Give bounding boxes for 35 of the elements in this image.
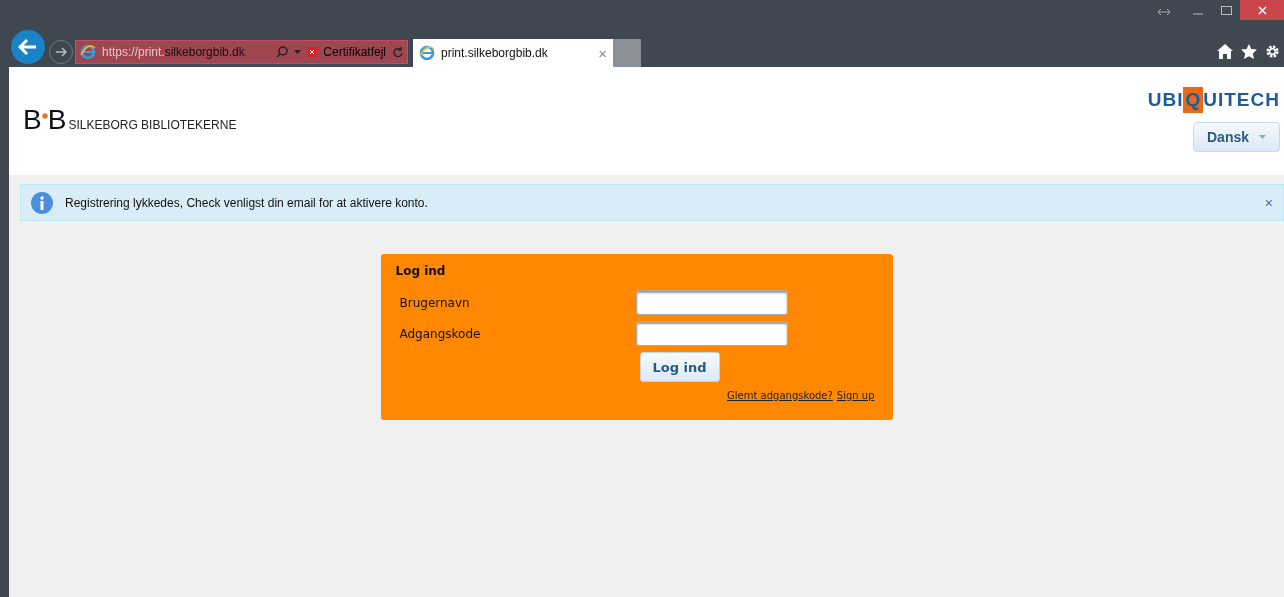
star-icon[interactable] xyxy=(1241,44,1257,59)
vendor-logo: UBI Q UITECH xyxy=(1147,86,1280,114)
back-arrow-icon xyxy=(18,38,38,56)
close-icon[interactable] xyxy=(1240,0,1284,20)
info-icon xyxy=(31,191,53,214)
home-icon[interactable] xyxy=(1217,44,1233,59)
alert-message: Registrering lykkedes, Check venligst din email for at aktivere konto. xyxy=(65,195,429,210)
link[interactable]: Glemt adgangskode? xyxy=(727,390,833,401)
library-logo: B B SILKEBORG BIBLIOTEKERNE xyxy=(23,107,237,133)
language-dropdown[interactable]: Dansk xyxy=(1193,122,1280,152)
refresh-icon xyxy=(392,46,403,58)
certificate-error-text: Certifikatfejl xyxy=(323,45,386,59)
forward-button[interactable] xyxy=(49,40,73,64)
input-field[interactable] xyxy=(635,321,788,346)
restore-arrows-icon xyxy=(1158,8,1170,16)
login-button[interactable]: Log ind xyxy=(639,352,720,382)
input-field[interactable] xyxy=(635,290,788,315)
link[interactable]: Sign up xyxy=(836,390,875,401)
settings-icon[interactable] xyxy=(1265,44,1280,59)
search-icon xyxy=(276,46,289,58)
shield-error-icon xyxy=(307,46,318,58)
caret-icon xyxy=(1259,135,1266,139)
login-title: Log ind xyxy=(395,264,447,278)
address-text: https://print.silkeborgbib.dk xyxy=(102,45,246,59)
browser-tab[interactable]: print.silkeborgbib.dk × xyxy=(413,39,613,67)
forward-arrow-icon xyxy=(55,47,67,57)
field-label: Adgangskode xyxy=(398,326,482,341)
dropdown-caret-icon xyxy=(294,50,302,54)
browser-logo-icon xyxy=(80,44,96,60)
tab-close-button[interactable]: × xyxy=(598,44,607,62)
browser-logo-icon xyxy=(419,45,435,61)
back-button[interactable] xyxy=(11,30,45,64)
field-label: Brugernavn xyxy=(398,295,471,310)
address-bar[interactable]: https://print.silkeborgbib.dk Certifikatfejl xyxy=(75,40,408,64)
alert-close-button[interactable]: × xyxy=(1264,194,1273,211)
